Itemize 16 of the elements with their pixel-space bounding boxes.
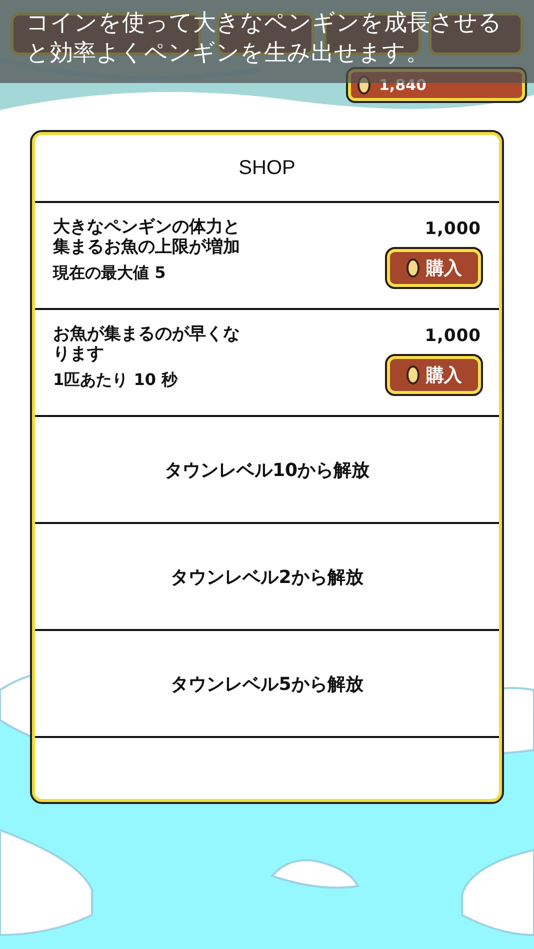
coin-amount: 1,840 xyxy=(379,76,426,94)
item-price: 1,000 xyxy=(424,218,481,239)
tutorial-message: コインを使って大きなペンギンを成長させると効率よくペンギンを生み出せます。 xyxy=(26,9,503,68)
item-price: 1,000 xyxy=(424,325,481,346)
buy-button[interactable]: 購入 xyxy=(387,356,481,394)
buy-button[interactable]: 購入 xyxy=(387,249,481,287)
item-description: 大きなペンギンの体力と集まるお魚の上限が増加 xyxy=(53,217,241,257)
item-stat: 1匹あたり 10 秒 xyxy=(53,370,179,391)
coin-icon xyxy=(406,365,420,385)
unlock-message: タウンレベル5から解放 xyxy=(170,672,364,696)
item-description: お魚が集まるのが早くなります xyxy=(53,324,241,364)
unlock-message: タウンレベル2から解放 xyxy=(170,566,364,588)
coin-icon xyxy=(406,258,420,278)
item-stat: 現在の最大値 5 xyxy=(53,263,167,284)
shop-title: SHOP xyxy=(238,156,296,180)
unlock-message: タウンレベル10から解放 xyxy=(164,458,370,482)
